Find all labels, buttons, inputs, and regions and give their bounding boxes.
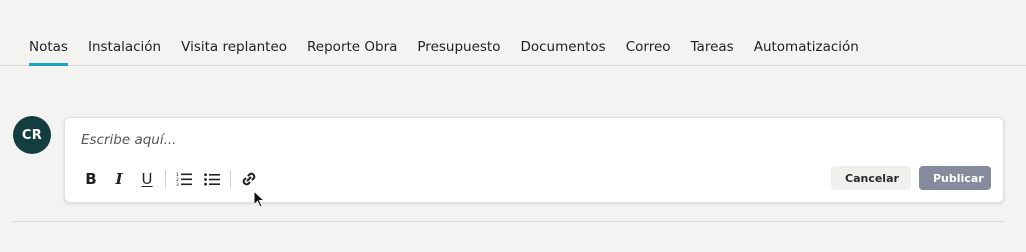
- italic-button[interactable]: I: [109, 169, 129, 189]
- mouse-cursor-icon: [253, 190, 266, 208]
- tab-documentos[interactable]: Documentos: [510, 38, 615, 66]
- bold-button[interactable]: B: [81, 169, 101, 189]
- notes-page: Notas Instalación Visita replanteo Repor…: [0, 0, 1026, 252]
- svg-text:3: 3: [176, 182, 179, 186]
- tab-correo[interactable]: Correo: [616, 38, 681, 66]
- ordered-list-icon[interactable]: 1 2 3: [174, 169, 194, 189]
- avatar: CR: [13, 116, 51, 154]
- tab-tareas[interactable]: Tareas: [681, 38, 744, 66]
- tab-list: Notas Instalación Visita replanteo Repor…: [29, 38, 869, 66]
- cancel-button[interactable]: Cancelar: [831, 166, 911, 190]
- tab-instalacion[interactable]: Instalación: [78, 38, 171, 66]
- editor-actions: Cancelar Publicar: [831, 166, 991, 190]
- tab-automatizacion[interactable]: Automatización: [744, 38, 869, 66]
- underline-button[interactable]: U: [137, 169, 157, 189]
- tab-notas[interactable]: Notas: [29, 38, 78, 66]
- tab-reporte-obra[interactable]: Reporte Obra: [297, 38, 407, 66]
- toolbar-divider: [230, 170, 231, 188]
- link-icon[interactable]: [239, 169, 259, 189]
- tab-bar: Notas Instalación Visita replanteo Repor…: [0, 0, 1026, 66]
- formatting-toolbar: B I U 1 2 3: [81, 168, 267, 190]
- toolbar-divider: [165, 170, 166, 188]
- divider-line: [13, 221, 1005, 222]
- note-input[interactable]: [81, 130, 981, 150]
- publish-button[interactable]: Publicar: [919, 166, 991, 190]
- tab-visita-replanteo[interactable]: Visita replanteo: [171, 38, 297, 66]
- tab-presupuesto[interactable]: Presupuesto: [407, 38, 510, 66]
- bullet-list-icon[interactable]: [202, 169, 222, 189]
- note-editor: B I U 1 2 3: [64, 117, 1004, 203]
